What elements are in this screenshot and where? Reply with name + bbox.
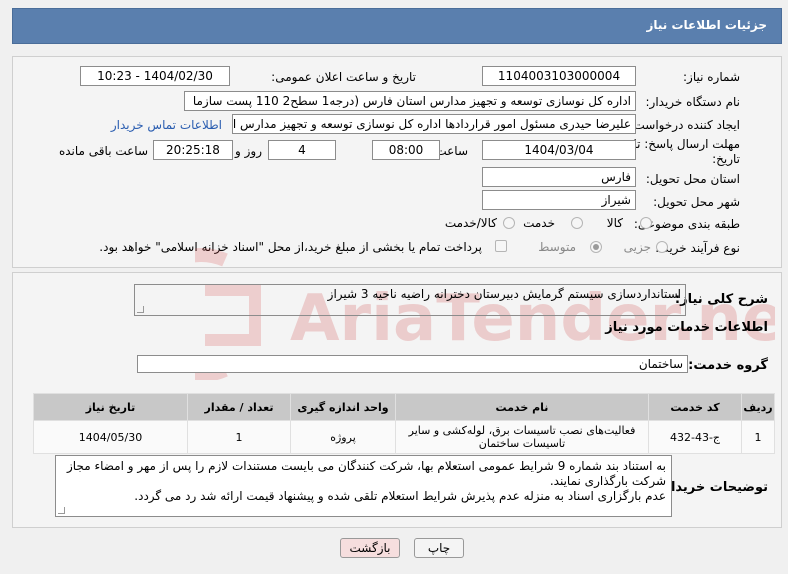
category-both-label: کالا/خدمت xyxy=(444,216,497,230)
announce-field[interactable]: 1404/02/30 - 10:23 xyxy=(80,66,230,86)
announce-label: تاریخ و ساعت اعلان عمومی: xyxy=(271,70,416,84)
process-medium-label: متوسط xyxy=(538,240,576,254)
back-button[interactable]: بازگشت xyxy=(340,538,400,558)
buyer-notes-line-2: شرکت بارگذاری نمایند. xyxy=(549,474,666,488)
creator-label: ایجاد کننده درخواست: xyxy=(629,118,740,132)
process-minor-radio[interactable] xyxy=(656,241,668,253)
deadline-date-field[interactable]: 1404/03/04 xyxy=(482,140,636,160)
col-name: نام خدمت xyxy=(395,393,649,421)
remaining-time-field[interactable]: 20:25:18 xyxy=(153,140,233,160)
buyer-label: نام دستگاه خریدار: xyxy=(645,95,741,109)
cell-date: 1404/05/30 xyxy=(33,420,188,454)
category-both-radio[interactable] xyxy=(503,217,515,229)
col-qty: تعداد / مقدار xyxy=(187,393,291,421)
buyer-notes-line-3: عدم بارگزاری اسناد به منزله عدم پذیرش شر… xyxy=(134,489,666,503)
summary-field[interactable]: استانداردسازی سیستم گرمایش دبیرستان دختر… xyxy=(134,284,686,316)
city-field[interactable]: شیراز xyxy=(482,190,636,210)
cell-row: 1 xyxy=(741,420,775,454)
need-number-label: شماره نیاز: xyxy=(683,70,740,84)
category-service-radio[interactable] xyxy=(571,217,583,229)
deadline-label-2: تاریخ: xyxy=(712,152,740,166)
summary-label: شرح کلی نیاز: xyxy=(674,292,768,307)
col-date: تاریخ نیاز xyxy=(33,393,188,421)
cell-unit: پروژه xyxy=(290,420,396,454)
category-service-label: خدمت xyxy=(523,216,555,230)
table-header-row: ردیف کد خدمت نام خدمت واحد اندازه گیری ت… xyxy=(33,393,775,421)
process-minor-label: جزیی xyxy=(623,240,651,254)
buyer-field[interactable]: اداره کل نوسازی توسعه و تجهیز مدارس استا… xyxy=(184,91,636,111)
page-header: جزئیات اطلاعات نیاز xyxy=(12,8,782,44)
city-label: شهر محل تحویل: xyxy=(653,195,740,209)
col-unit: واحد اندازه گیری xyxy=(290,393,396,421)
cell-code: ج-43-432 xyxy=(648,420,742,454)
deadline-time-label: ساعت xyxy=(435,144,468,158)
category-goods-radio[interactable] xyxy=(640,217,652,229)
contact-link[interactable]: اطلاعات تماس خریدار xyxy=(111,118,222,132)
service-group-field[interactable]: ساختمان xyxy=(137,355,688,373)
notes-resize-handle[interactable] xyxy=(58,507,65,514)
cell-qty: 1 xyxy=(187,420,291,454)
info-panel xyxy=(12,56,782,268)
resize-handle[interactable] xyxy=(137,306,144,313)
payment-checkbox[interactable] xyxy=(495,240,507,252)
payment-note: پرداخت تمام یا بخشی از مبلغ خرید،از محل … xyxy=(99,240,482,254)
table-row: 1 ج-43-432 فعالیت‌های نصب تاسیسات برق، ل… xyxy=(33,420,775,454)
remaining-time-label: ساعت باقی مانده xyxy=(58,144,148,158)
col-code: کد خدمت xyxy=(648,393,742,421)
province-field[interactable]: فارس xyxy=(482,167,636,187)
deadline-time-field[interactable]: 08:00 xyxy=(372,140,440,160)
need-number-field[interactable]: 1104003103000004 xyxy=(482,66,636,86)
province-label: استان محل تحویل: xyxy=(645,172,740,186)
creator-field[interactable]: علیرضا حیدری مسئول امور قراردادها اداره … xyxy=(232,114,636,134)
buyer-notes-line-1: به استناد بند شماره 9 شرایط عمومی استعلا… xyxy=(67,459,666,473)
summary-text: استانداردسازی سیستم گرمایش دبیرستان دختر… xyxy=(327,287,681,301)
deadline-label: مهلت ارسال پاسخ: تا xyxy=(633,137,740,151)
col-row: ردیف xyxy=(741,393,775,421)
category-goods-label: کالا xyxy=(606,216,623,230)
remaining-days-label: روز و xyxy=(235,144,262,158)
remaining-days-field[interactable]: 4 xyxy=(268,140,336,160)
buyer-notes-label: توضیحات خریدار: xyxy=(658,480,768,495)
services-heading: اطلاعات خدمات مورد نیاز xyxy=(605,320,768,335)
print-button[interactable]: چاپ xyxy=(414,538,464,558)
page-title: جزئیات اطلاعات نیاز xyxy=(646,18,767,32)
buyer-notes-field[interactable]: به استناد بند شماره 9 شرایط عمومی استعلا… xyxy=(55,455,672,517)
service-group-label: گروه خدمت: xyxy=(688,358,768,373)
process-medium-radio[interactable] xyxy=(590,241,602,253)
services-table: ردیف کد خدمت نام خدمت واحد اندازه گیری ت… xyxy=(33,393,775,454)
cell-name: فعالیت‌های نصب تاسیسات برق، لوله‌کشی و س… xyxy=(395,420,649,454)
